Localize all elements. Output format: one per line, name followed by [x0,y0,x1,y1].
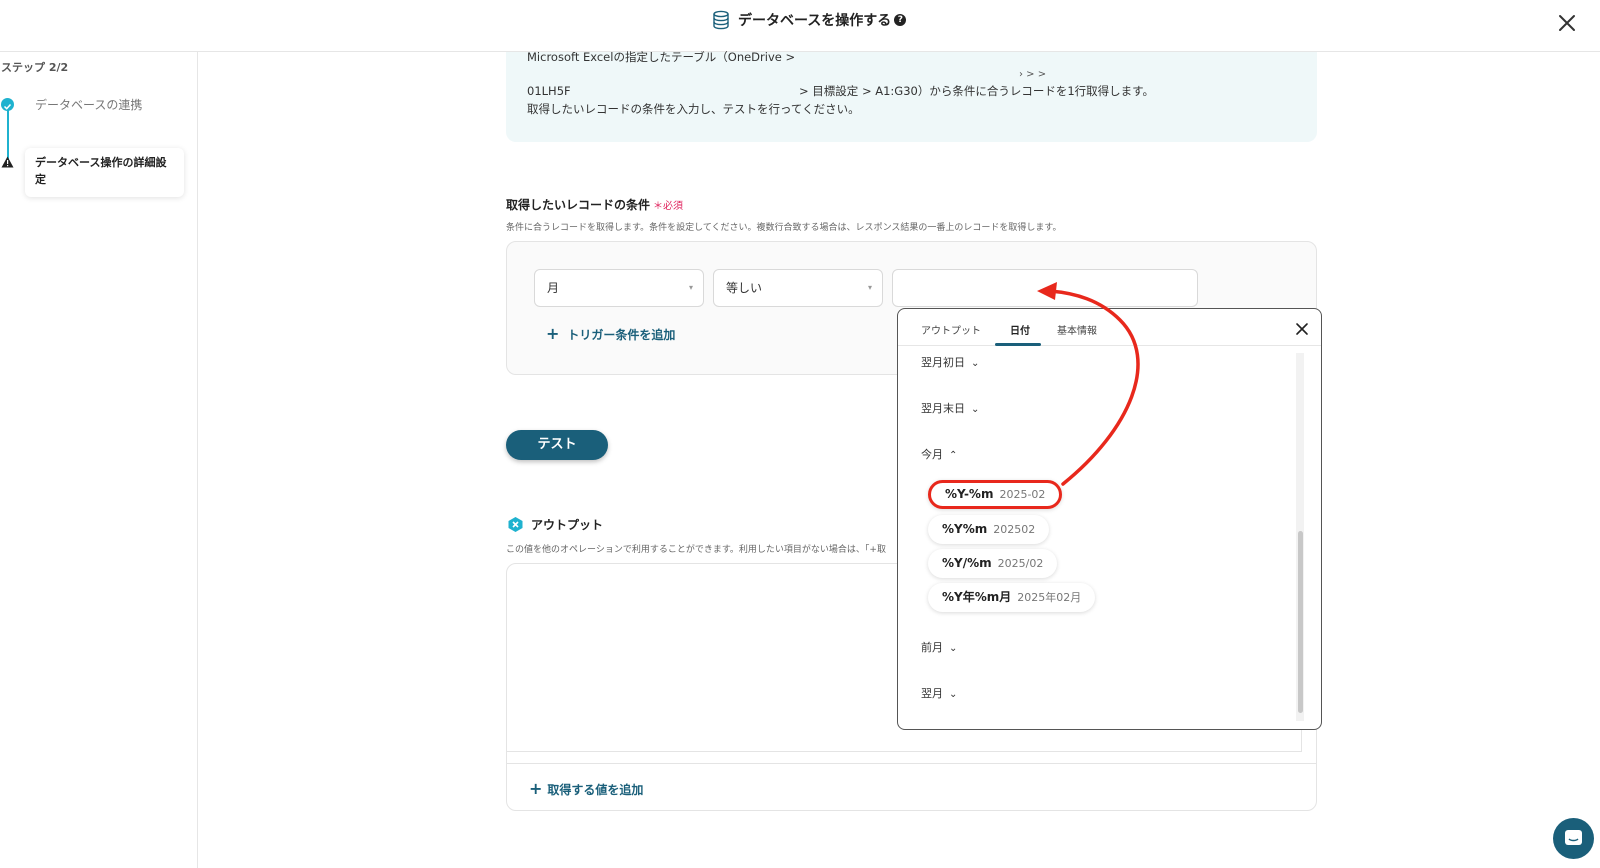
help-icon[interactable]: ? [894,14,907,26]
tab-basic-info[interactable]: 基本情報 [1057,322,1097,337]
step-item-db-link[interactable]: データベースの連携 [35,96,142,113]
group-label: 今月 [921,448,943,461]
format-code: %Y-%m [945,487,994,501]
group-previous-month[interactable]: 前月 ⌄ [921,639,957,655]
format-code: %Y/%m [942,556,992,570]
operator-select-value: 等しい [726,281,763,295]
format-code: %Y年%m月 [942,590,1012,604]
chevron-down-icon: ▾ [867,283,872,292]
add-trigger-label: トリガー条件を追加 [567,328,676,342]
group-label: 翌月初日 [921,356,965,369]
modal-title: データベースを操作する ? [712,10,907,30]
plus-icon: + [546,324,560,343]
output-icon [508,517,523,532]
step-sidebar: ステップ 2/2 データベースの連携 データベース操作の詳細設定 [0,52,198,868]
warning-icon [1,156,14,168]
popup-tabs: アウトプット 日付 基本情報 [898,309,1321,346]
conditions-title: 取得したいレコードの条件 ＊必須 [506,196,683,213]
info-line-1: Microsoft Excelの指定したテーブル（OneDrive > [527,50,796,64]
date-format-item[interactable]: %Y%m 202502 [928,515,1050,544]
field-select-value: 月 [547,281,560,295]
format-example: 2025/02 [997,557,1044,570]
tab-date[interactable]: 日付 [1010,322,1030,337]
modal-title-text: データベースを操作する [738,13,892,29]
info-line-4: 取得したいレコードの条件を入力し、テストを行ってください。 [527,102,860,116]
add-trigger-condition-button[interactable]: + トリガー条件を追加 [546,324,675,343]
output-title: アウトプット [531,518,604,532]
chevron-up-icon: ⌃ [949,450,958,461]
format-code: %Y%m [942,522,988,536]
conditions-title-text: 取得したいレコードの条件 [506,198,651,212]
chevron-down-icon: ⌄ [949,643,958,654]
database-icon [713,10,729,30]
close-icon[interactable] [1295,322,1309,336]
group-label: 翌月 [921,687,943,700]
format-example: 2025年02月 [1017,591,1082,604]
add-output-value-button[interactable]: + 取得する値を追加 [529,779,643,798]
output-description: この値を他のオペレーションで利用することができます。利用したい項目がない場合は、… [506,545,886,555]
operation-info-box: Microsoft Excelの指定したテーブル（OneDrive > › > … [506,50,1317,142]
format-example: 2025-02 [999,488,1046,501]
chevron-down-icon: ⌄ [949,689,958,700]
variable-picker-popup: アウトプット 日付 基本情報 翌月初日 ⌄ 翌月末日 ⌄ 今月 ⌃ %Y-%m 2025… [897,308,1322,730]
tab-output[interactable]: アウトプット [921,322,981,337]
format-example: 202502 [993,523,1036,536]
conditions-description: 条件に合うレコードを取得します。条件を設定してください。複数行合致する場合は、レ… [506,223,1062,233]
info-line-3-prefix: 01LH5F [527,84,571,98]
date-format-item[interactable]: %Y年%m月 2025年02月 [928,583,1096,612]
plus-icon: + [529,779,543,798]
date-format-item[interactable]: %Y/%m 2025/02 [928,549,1058,578]
field-select[interactable]: 月 ▾ [534,269,704,307]
group-label: 翌月末日 [921,402,965,415]
divider [507,763,1316,764]
chevron-down-icon: ⌄ [971,358,980,369]
top-bar: データベースを操作する ? [0,0,1600,52]
required-badge: ＊必須 [653,201,684,212]
group-this-month[interactable]: 今月 ⌃ [921,446,957,462]
close-modal-icon[interactable] [1556,12,1578,34]
group-label: 前月 [921,641,943,654]
scrollbar-thumb[interactable] [1298,531,1303,713]
group-next-month-first-day[interactable]: 翌月初日 ⌄ [921,354,979,370]
chat-icon [1565,830,1582,845]
chat-support-button[interactable] [1553,818,1594,859]
chevron-down-icon: ▾ [688,283,693,292]
operator-select[interactable]: 等しい ▾ [713,269,883,307]
chevron-down-icon: ⌄ [971,404,980,415]
step-done-icon [1,98,14,111]
date-format-item[interactable]: %Y-%m 2025-02 [928,480,1063,509]
test-button[interactable]: テスト [506,430,608,460]
condition-value-input[interactable] [892,269,1198,307]
add-output-value-label: 取得する値を追加 [547,783,644,797]
group-next-month-last-day[interactable]: 翌月末日 ⌄ [921,400,979,416]
active-tab-indicator [995,343,1041,346]
step-counter: ステップ 2/2 [1,61,69,74]
info-line-3-suffix: > 目標設定 > A1:G30）から条件に合うレコードを1行取得します。 [799,84,1155,98]
step-item-db-operation[interactable]: データベース操作の詳細設定 [25,148,184,197]
group-next-month[interactable]: 翌月 ⌄ [921,685,957,701]
